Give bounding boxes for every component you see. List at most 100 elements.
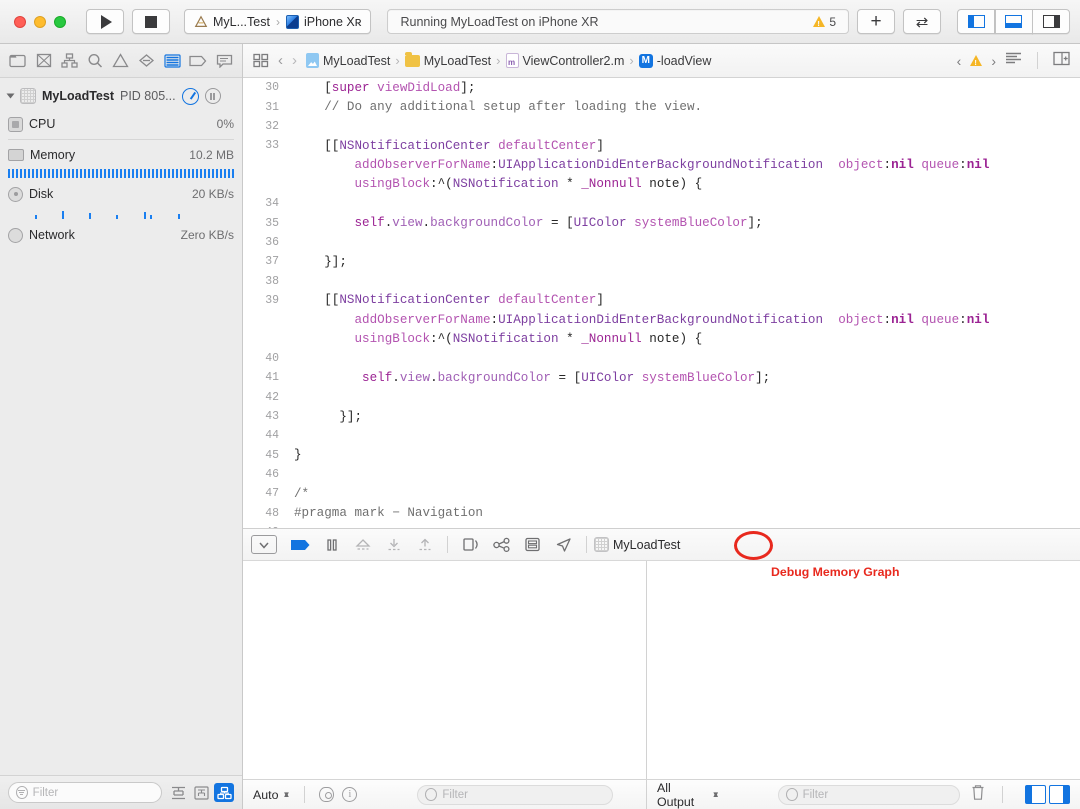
test-navigator-icon[interactable] bbox=[137, 52, 157, 70]
filter-process-view-button[interactable] bbox=[214, 783, 234, 802]
navigator-filter-field[interactable] bbox=[8, 782, 162, 803]
step-over-button[interactable] bbox=[347, 533, 378, 557]
console-filter-field[interactable] bbox=[778, 785, 960, 805]
console-view[interactable] bbox=[647, 561, 1080, 779]
environment-overrides-button[interactable] bbox=[517, 533, 548, 557]
toggle-navigator-button[interactable] bbox=[957, 9, 995, 34]
pause-button[interactable] bbox=[316, 533, 347, 557]
zoom-button[interactable] bbox=[54, 16, 66, 28]
step-out-button[interactable] bbox=[409, 533, 440, 557]
process-row[interactable]: MyLoadTest PID 805... bbox=[0, 82, 242, 110]
code-line[interactable]: 38 bbox=[243, 271, 1080, 290]
show-console-button[interactable] bbox=[1049, 785, 1070, 804]
project-navigator-icon[interactable] bbox=[8, 52, 28, 70]
code-line[interactable]: 30 [super viewDidLoad]; bbox=[243, 78, 1080, 97]
toggle-inspector-button[interactable] bbox=[1032, 9, 1070, 34]
toggle-debug-area-button[interactable] bbox=[995, 9, 1033, 34]
debug-view-hierarchy-button[interactable] bbox=[455, 533, 486, 557]
code-line[interactable]: addObserverForName:UIApplicationDidEnter… bbox=[243, 155, 1080, 174]
code-line[interactable]: 37 }]; bbox=[243, 252, 1080, 271]
breadcrumb-item-folder[interactable]: MyLoadTest bbox=[405, 54, 491, 68]
disclosure-triangle-icon[interactable] bbox=[7, 94, 15, 99]
code-line[interactable]: 44 bbox=[243, 426, 1080, 445]
show-variables-view-button[interactable] bbox=[1025, 785, 1046, 804]
add-editor-button[interactable]: + bbox=[857, 9, 895, 34]
breakpoint-navigator-icon[interactable] bbox=[188, 52, 208, 70]
hide-debug-area-button[interactable] bbox=[251, 535, 277, 554]
warning-triangle-icon[interactable] bbox=[970, 55, 982, 66]
report-navigator-icon[interactable] bbox=[214, 52, 234, 70]
navigator-selector-bar bbox=[0, 44, 242, 78]
step-into-button[interactable] bbox=[378, 533, 409, 557]
minimize-button[interactable] bbox=[34, 16, 46, 28]
app-placeholder-icon bbox=[20, 88, 36, 104]
find-navigator-icon[interactable] bbox=[85, 52, 105, 70]
code-line[interactable]: 36 bbox=[243, 233, 1080, 252]
navigator-filter-buttons bbox=[168, 783, 234, 802]
code-line[interactable]: 31 // Do any additional setup after load… bbox=[243, 97, 1080, 116]
minimap-button[interactable] bbox=[1005, 52, 1022, 70]
info-icon[interactable]: i bbox=[342, 787, 357, 802]
close-button[interactable] bbox=[14, 16, 26, 28]
code-line[interactable]: 46 bbox=[243, 465, 1080, 484]
pause-circle-icon[interactable] bbox=[205, 88, 221, 104]
debug-navigator-icon[interactable] bbox=[162, 52, 182, 70]
variables-scope-popup[interactable]: Auto ▲▼ bbox=[253, 788, 290, 802]
back-button[interactable]: ‹ bbox=[278, 52, 283, 69]
code-line[interactable]: 48#pragma mark − Navigation bbox=[243, 504, 1080, 523]
method-icon: M bbox=[639, 54, 653, 68]
eye-icon[interactable] bbox=[319, 787, 334, 802]
breadcrumb-item-project[interactable]: MyLoadTest bbox=[306, 53, 390, 68]
navigator-filter-bar bbox=[0, 775, 242, 809]
variables-view[interactable] bbox=[243, 561, 647, 779]
debug-memory-graph-button[interactable] bbox=[486, 533, 517, 557]
filter-running-blocks-button[interactable] bbox=[168, 783, 188, 802]
code-line[interactable]: 43 }]; bbox=[243, 407, 1080, 426]
forward-button[interactable]: › bbox=[292, 52, 297, 69]
code-review-button[interactable]: ⇄ bbox=[903, 9, 941, 34]
code-line[interactable]: 42 bbox=[243, 388, 1080, 407]
breadcrumb-item-file[interactable]: m ViewController2.m bbox=[506, 53, 625, 68]
gauge-row-cpu[interactable]: CPU 0% bbox=[0, 110, 242, 138]
gauge-row-disk[interactable]: Disk 20 KB/s bbox=[0, 180, 242, 208]
gauge-row-network[interactable]: Network Zero KB/s bbox=[0, 221, 242, 249]
variables-filter-input[interactable] bbox=[442, 789, 605, 801]
symbol-navigator-icon[interactable] bbox=[59, 52, 79, 70]
scheme-destination-selector[interactable]: MyL...Test › iPhone Xʀ bbox=[184, 9, 371, 34]
previous-issue-button[interactable]: ‹ bbox=[957, 53, 962, 69]
source-editor[interactable]: 30 [super viewDidLoad];31 // Do any addi… bbox=[243, 78, 1080, 528]
code-line[interactable]: usingBlock:^(NSNotification * _Nonnull n… bbox=[243, 329, 1080, 348]
code-line[interactable]: 33 [[NSNotificationCenter defaultCenter] bbox=[243, 136, 1080, 155]
code-line[interactable]: 45} bbox=[243, 446, 1080, 465]
window-controls bbox=[10, 16, 66, 28]
deactivate-breakpoints-button[interactable] bbox=[285, 533, 316, 557]
filter-crashed-button[interactable] bbox=[191, 783, 211, 802]
next-issue-button[interactable]: › bbox=[991, 53, 996, 69]
run-button[interactable] bbox=[86, 9, 124, 34]
code-line[interactable]: 47/* bbox=[243, 484, 1080, 503]
code-line[interactable]: 35 self.view.backgroundColor = [UIColor … bbox=[243, 213, 1080, 232]
trash-icon[interactable] bbox=[970, 784, 986, 806]
code-line[interactable]: 34 bbox=[243, 194, 1080, 213]
line-content bbox=[288, 429, 1080, 443]
code-line[interactable]: 40 bbox=[243, 349, 1080, 368]
code-line[interactable]: 41 self.view.backgroundColor = [UIColor … bbox=[243, 368, 1080, 387]
stop-button[interactable] bbox=[132, 9, 170, 34]
warning-indicator[interactable]: 5 bbox=[813, 15, 836, 29]
code-line[interactable]: 39 [[NSNotificationCenter defaultCenter] bbox=[243, 291, 1080, 310]
variables-filter-field[interactable] bbox=[417, 785, 613, 805]
console-output-popup[interactable]: All Output ▲▼ bbox=[657, 781, 720, 809]
issue-navigator-icon[interactable] bbox=[111, 52, 131, 70]
simulate-location-button[interactable] bbox=[548, 533, 579, 557]
add-assistant-editor-button[interactable] bbox=[1053, 51, 1070, 71]
source-control-navigator-icon[interactable] bbox=[34, 52, 54, 70]
related-items-icon[interactable] bbox=[253, 53, 269, 68]
console-filter-input[interactable] bbox=[803, 789, 952, 801]
code-line[interactable]: 32 bbox=[243, 117, 1080, 136]
navigator-filter-input[interactable] bbox=[33, 787, 154, 799]
code-line[interactable]: usingBlock:^(NSNotification * _Nonnull n… bbox=[243, 175, 1080, 194]
gauge-icon[interactable] bbox=[182, 88, 199, 105]
gauge-row-memory[interactable]: Memory 10.2 MB bbox=[0, 141, 242, 169]
breadcrumb-item-method[interactable]: M -loadView bbox=[639, 54, 712, 68]
code-line[interactable]: addObserverForName:UIApplicationDidEnter… bbox=[243, 310, 1080, 329]
